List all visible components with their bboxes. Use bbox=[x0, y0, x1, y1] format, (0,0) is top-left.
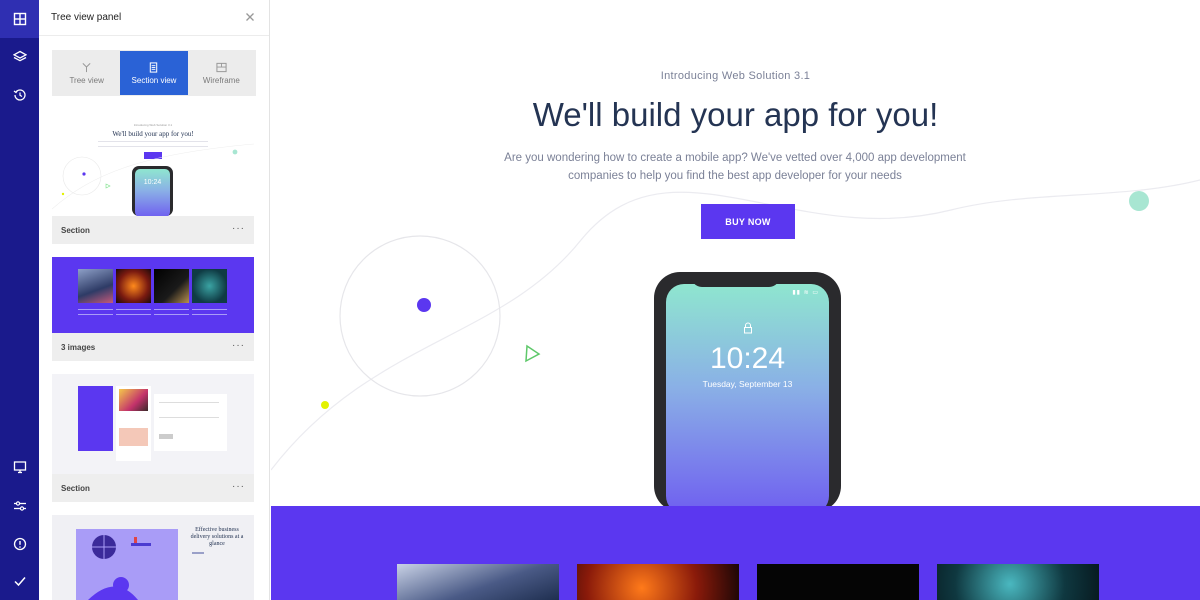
section-card[interactable]: Introducing Web Solution 3.1 We'll build… bbox=[52, 114, 254, 244]
page-canvas: Introducing Web Solution 3.1 We'll build… bbox=[271, 0, 1200, 600]
thumb-content-lines bbox=[159, 402, 219, 418]
section-card[interactable]: Effective business delivery solutions at… bbox=[52, 515, 254, 600]
section-thumbnail bbox=[52, 374, 254, 474]
thumb-headline: Effective business delivery solutions at… bbox=[190, 527, 244, 547]
settings-button[interactable] bbox=[0, 487, 39, 525]
phone-notch bbox=[691, 272, 780, 287]
tab-label: Section view bbox=[131, 75, 177, 85]
hero-subtitle: Are you wondering how to create a mobile… bbox=[504, 152, 966, 182]
panel-header: Tree view panel bbox=[39, 0, 269, 36]
buy-now-button[interactable]: BUY NOW bbox=[701, 204, 795, 239]
app-window: Tree view panel Tree view Section view W… bbox=[0, 0, 1200, 600]
images-thumbnail bbox=[52, 257, 254, 333]
gallery-image-4 bbox=[937, 564, 1099, 600]
history-button[interactable] bbox=[0, 76, 39, 114]
card-footer: 3 images ··· bbox=[52, 333, 254, 361]
thumbnail-time: 10:24 bbox=[143, 179, 162, 186]
phone-mockup: ▮▮ ≋ ▭ 10:24 Tuesday, September 13 bbox=[654, 272, 841, 514]
tab-section-view[interactable]: Section view bbox=[120, 51, 188, 95]
publish-button[interactable] bbox=[0, 562, 39, 600]
thumb-content-button bbox=[159, 434, 173, 439]
thumbnail-phone: 10:24 bbox=[132, 166, 173, 216]
thumb-sidebar bbox=[78, 386, 113, 451]
thumb-illustration-art bbox=[88, 535, 151, 600]
monitor-icon bbox=[13, 461, 26, 474]
tab-label: Tree view bbox=[69, 75, 104, 85]
check-icon bbox=[13, 577, 26, 587]
card-footer: Section ··· bbox=[52, 216, 254, 244]
view-tabs: Tree view Section view Wireframe bbox=[52, 50, 256, 96]
layout-button[interactable] bbox=[0, 0, 39, 38]
gallery-section bbox=[271, 506, 1200, 600]
wireframe-icon bbox=[216, 62, 227, 72]
gallery-image-2 bbox=[577, 564, 739, 600]
thumb-image-4 bbox=[192, 269, 227, 303]
images-card[interactable]: 3 images ··· bbox=[52, 257, 254, 361]
thumb-illustration bbox=[76, 529, 178, 600]
thumb-illustration bbox=[119, 428, 148, 446]
card-menu-button[interactable]: ··· bbox=[232, 481, 245, 492]
thumb-illustration bbox=[119, 389, 148, 411]
left-rail bbox=[0, 0, 39, 600]
tab-wireframe[interactable]: Wireframe bbox=[188, 51, 255, 95]
thumb-image-2 bbox=[116, 269, 151, 303]
preview-button[interactable] bbox=[0, 448, 39, 486]
section-card[interactable]: Section ··· bbox=[52, 374, 254, 502]
info-icon bbox=[13, 537, 26, 551]
tab-tree-view[interactable]: Tree view bbox=[53, 51, 120, 95]
status-bar-icons: ▮▮ ≋ ▭ bbox=[792, 290, 819, 296]
tree-view-panel: Tree view panel Tree view Section view W… bbox=[39, 0, 270, 600]
card-menu-button[interactable]: ··· bbox=[232, 223, 245, 234]
gallery-image-3 bbox=[757, 564, 919, 600]
thumb-content-card bbox=[154, 394, 227, 451]
thumb-image-1 bbox=[78, 269, 113, 303]
card-label: Section bbox=[61, 484, 90, 493]
gallery-image-1 bbox=[397, 564, 559, 600]
card-label: 3 images bbox=[61, 343, 96, 352]
thumb-caption bbox=[116, 309, 151, 315]
phone-screen: ▮▮ ≋ ▭ 10:24 Tuesday, September 13 bbox=[666, 284, 829, 514]
tab-label: Wireframe bbox=[202, 75, 240, 85]
lock-icon bbox=[744, 322, 752, 334]
thumb-avatar-card bbox=[116, 386, 151, 461]
card-menu-button[interactable]: ··· bbox=[232, 340, 245, 351]
close-icon[interactable] bbox=[243, 10, 257, 24]
history-icon bbox=[13, 89, 26, 101]
panel-title: Tree view panel bbox=[51, 12, 122, 23]
hero-headline: We'll build your app for you! bbox=[532, 96, 939, 133]
info-button[interactable] bbox=[0, 525, 39, 563]
thumb-link bbox=[192, 552, 204, 554]
tree-icon bbox=[82, 62, 91, 72]
thumb-caption bbox=[192, 309, 227, 315]
hero-intro: Introducing Web Solution 3.1 bbox=[660, 70, 811, 82]
section-icon bbox=[150, 61, 158, 73]
card-footer: Section ··· bbox=[52, 474, 254, 502]
section-thumbnail: Introducing Web Solution 3.1 We'll build… bbox=[52, 114, 254, 216]
thumb-caption bbox=[154, 309, 189, 315]
thumb-caption bbox=[78, 309, 113, 315]
section-thumbnail: Effective business delivery solutions at… bbox=[52, 515, 254, 600]
lock-screen-date: Tuesday, September 13 bbox=[702, 379, 793, 389]
layout-icon bbox=[13, 12, 26, 26]
thumb-image-3 bbox=[154, 269, 189, 303]
card-label: Section bbox=[61, 226, 90, 235]
layers-icon bbox=[12, 50, 27, 62]
layers-button[interactable] bbox=[0, 38, 39, 76]
lock-screen-time: 10:24 bbox=[709, 342, 786, 375]
sliders-icon bbox=[13, 501, 26, 511]
